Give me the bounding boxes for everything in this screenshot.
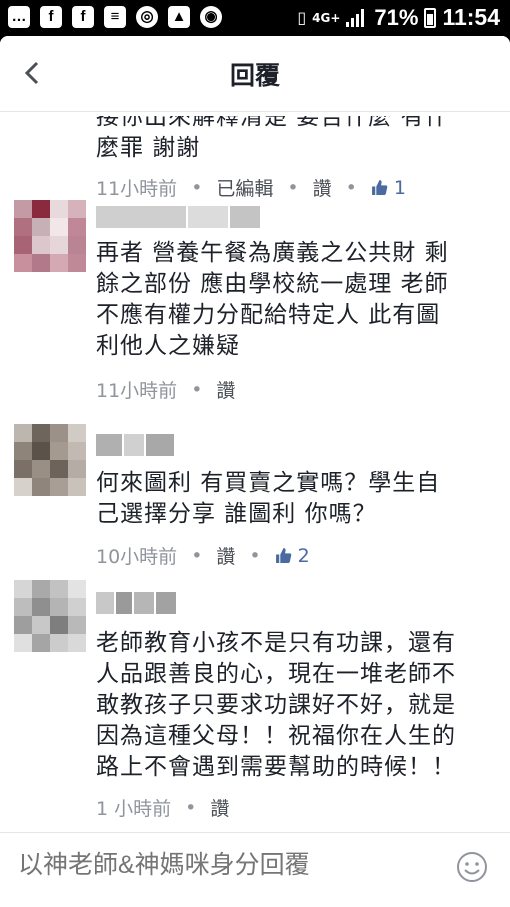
comment-text-line: 老師教育小孩不是只有功課，還有 [96,630,456,656]
like-count-value: 2 [297,544,310,567]
comment-text: 再者 營養午餐為廣義之公共財 剩 餘之部份 應由學校統一處理 老師 不應有權力分… [96,238,496,362]
battery-icon [424,7,437,28]
comment-time: 11小時前 [96,178,178,200]
comment-text-line: 利他人之嫌疑 [96,333,240,359]
like-button[interactable]: 讚 [216,542,235,569]
separator-dot: • [191,544,203,567]
search-icon: ◎ [136,6,158,28]
separator-dot: • [191,176,203,199]
comment-text-line: 接你出來解釋清楚 要告什麼 有什 [96,112,449,130]
smiley-icon [457,852,487,882]
comment-text-line: 己選擇分享 誰圖利 你嗎？ [96,501,377,527]
avatar[interactable] [14,424,86,496]
like-button[interactable]: 讚 [210,794,229,821]
comment-meta: 10小時前 • 讚 • 2 [96,542,310,569]
thumbs-up-icon [275,548,291,563]
notification-icons: … f f ≡ ◎ ▲ ◉ [8,6,222,28]
author-name-blurred[interactable] [96,206,260,228]
comment-text-line: 麼罪 謝謝 [96,135,201,161]
chrome-icon: ◉ [200,6,222,28]
like-count[interactable]: 2 [275,545,310,567]
comment-text-line: 敢教孩子只要求功課好不好，就是 [96,692,456,718]
page-title: 回覆 [229,61,280,90]
thumbs-up-icon [371,180,388,195]
network-type: 4G+ [312,10,341,25]
replies-sheet: 回覆 接你出來解釋清楚 要告什麼 有什 麼罪 謝謝 11小時前 • 已編輯 • … [0,36,510,907]
reply-composer [0,832,510,907]
comment-text-line: 人品跟善良的心，現在一堆老師不 [96,661,456,687]
like-button[interactable]: 讚 [313,174,332,201]
comment-item: 老師教育小孩不是只有功課，還有 人品跟善良的心，現在一堆老師不 敢教孩子只要求功… [0,580,510,830]
image-icon: ▲ [168,6,190,28]
avatar[interactable] [14,580,86,652]
comment-time: 10小時前 [96,546,178,568]
comment-text-line: 不應有權力分配給特定人 此有圖 [96,302,441,328]
clock: 11:54 [442,4,500,30]
separator-dot: • [191,378,203,401]
separator-dot: • [185,796,197,819]
comment-time: 11小時前 [96,380,178,402]
comment-list: 接你出來解釋清楚 要告什麼 有什 麼罪 謝謝 11小時前 • 已編輯 • 讚 •… [0,112,510,832]
comment-text-line: 何來圖利 有買賣之實嗎？學生自 [96,470,441,496]
comment-time: 1 小時前 [96,798,172,820]
comment-meta: 11小時前 • 讚 [96,376,235,403]
reply-input[interactable] [18,851,438,880]
comment-text: 老師教育小孩不是只有功課，還有 人品跟善良的心，現在一堆老師不 敢教孩子只要求功… [96,628,496,783]
comment-text-line: 路上不會遇到需要幫助的時候！！ [96,754,456,780]
comment-text-line: 餘之部份 應由學校統一處理 老師 [96,271,449,297]
comment-text: 接你出來解釋清楚 要告什麼 有什 麼罪 謝謝 [96,112,496,164]
vibrate-icon: ▯ [297,8,307,27]
comment-text-line: 再者 營養午餐為廣義之公共財 剩 [96,240,449,266]
chat-icon: ≡ [104,6,126,28]
facebook-icon: f [40,6,62,28]
message-icon: … [8,6,30,28]
comment-text-line: 因為這種父母！！祝福你在人生的 [96,723,456,749]
comment-item: 再者 營養午餐為廣義之公共財 剩 餘之部份 應由學校統一處理 老師 不應有權力分… [0,200,510,440]
like-button[interactable]: 讚 [216,376,235,403]
comment-text: 何來圖利 有買賣之實嗎？學生自 己選擇分享 誰圖利 你嗎？ [96,468,496,530]
author-name-blurred[interactable] [96,592,176,614]
facebook-icon: f [72,6,94,28]
separator-dot: • [287,176,299,199]
header: 回覆 [0,36,510,112]
like-count[interactable]: 1 [371,177,406,199]
comment-meta: 1 小時前 • 讚 [96,794,229,821]
status-bar: … f f ≡ ◎ ▲ ◉ ▯ 4G+ 71% 11:54 [0,0,510,36]
like-count-value: 1 [393,176,406,199]
comment-meta: 11小時前 • 已編輯 • 讚 • 1 [96,174,406,201]
separator-dot: • [345,176,357,199]
separator-dot: • [249,544,261,567]
system-status: ▯ 4G+ 71% 11:54 [297,4,500,31]
comment-item: 何來圖利 有買賣之實嗎？學生自 己選擇分享 誰圖利 你嗎？ 10小時前 • 讚 … [0,424,510,574]
comment-item: 接你出來解釋清楚 要告什麼 有什 麼罪 謝謝 11小時前 • 已編輯 • 讚 •… [0,112,510,212]
avatar[interactable] [14,200,86,272]
emoji-button[interactable] [456,851,488,883]
edited-link[interactable]: 已編輯 [216,174,273,201]
signal-icon [346,8,368,27]
battery-percent: 71% [374,4,419,30]
author-name-blurred[interactable] [96,434,174,456]
